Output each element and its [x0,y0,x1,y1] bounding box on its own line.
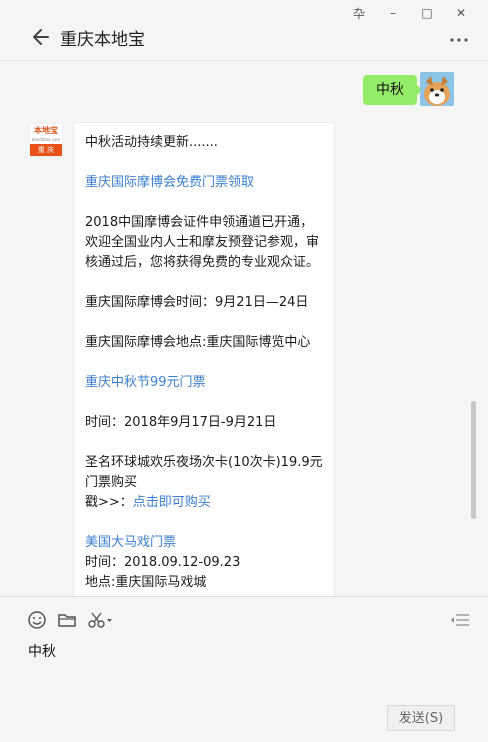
chat-header: 重庆本地宝 [0,22,488,52]
folder-icon[interactable] [56,609,78,631]
self-message-bubble[interactable]: 中秋 [363,75,423,105]
message-paragraph: 时间：2018年9月17日-9月21日 [85,415,277,430]
buy-now-link[interactable]: 点击即可购买 [133,495,211,510]
avatar-city-label: 重 庆 [30,144,62,156]
window-controls: 卆 – □ ✕ [342,4,478,22]
maximize-icon[interactable]: □ [410,4,444,22]
message-paragraph: 2018中国摩博会证件申领通道已开通，欢迎全国业内人士和摩友预登记参观，审核通过… [85,215,320,270]
input-area: 中秋 发送(S) [0,597,488,742]
chat-history-icon[interactable] [450,613,470,627]
moto-expo-ticket-link[interactable]: 重庆国际摩博会免费门票领取 [85,173,323,193]
message-paragraph: 圣名环球城欢乐夜场次卡(10次卡)19.9元门票购买 [85,455,323,490]
minimize-icon[interactable]: – [376,4,410,22]
chat-scrollbar[interactable] [471,401,476,519]
scissors-icon[interactable] [86,609,114,631]
bot-message-bubble[interactable]: 中秋活动持续更新....... 重庆国际摩博会免费门票领取 2018中国摩博会证… [73,122,335,596]
message-input[interactable]: 中秋 [28,641,56,661]
more-options-icon[interactable] [448,28,470,48]
emoji-icon[interactable] [26,609,48,631]
dog-avatar-icon [420,72,454,106]
circus-ticket-link[interactable]: 美国大马戏门票 [85,533,323,553]
message-paragraph: 时间：2018.09.12-09.23 [85,555,241,570]
pin-icon[interactable]: 卆 [342,4,376,22]
message-paragraph: 重庆国际摩博会时间：9月21日—24日 [85,295,309,310]
message-paragraph: 重庆国际摩博会地点:重庆国际博览中心 [85,335,311,350]
title-bar: 卆 – □ ✕ 重庆本地宝 [0,0,488,62]
chat-history[interactable]: 中秋 本地宝 bendibao.com 重 庆 中秋活动持续更新....... … [0,61,478,596]
close-icon[interactable]: ✕ [444,4,478,22]
chat-title: 重庆本地宝 [60,30,145,50]
message-text: 戳>>： [85,495,133,510]
avatar-logo-sub: bendibao.com [31,137,61,142]
message-paragraph: 中秋活动持续更新....... [85,135,218,150]
self-avatar[interactable] [420,72,454,106]
send-button[interactable]: 发送(S) [387,705,455,731]
message-paragraph: 地点:重庆国际马戏城 [85,575,207,590]
mid-autumn-ticket-link[interactable]: 重庆中秋节99元门票 [85,373,323,393]
bendibao-avatar[interactable]: 本地宝 bendibao.com 重 庆 [29,123,63,157]
back-arrow-icon[interactable] [30,24,52,50]
